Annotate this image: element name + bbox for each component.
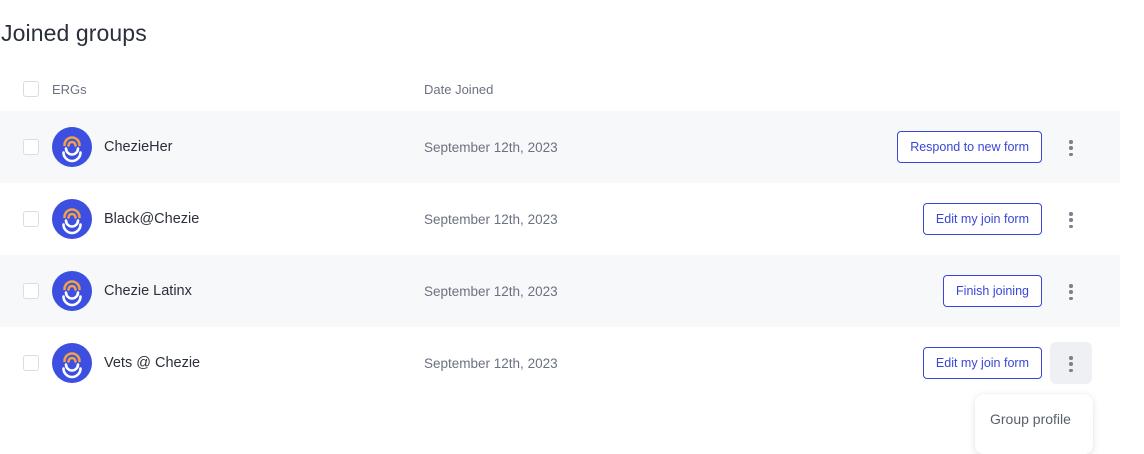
more-options-button[interactable] (1050, 198, 1092, 240)
chezie-logo-icon (52, 199, 92, 239)
row-options-menu: Group profile (975, 394, 1093, 454)
row-checkbox[interactable] (23, 283, 39, 299)
more-vertical-icon (1069, 284, 1073, 301)
group-name[interactable]: Chezie Latinx (104, 283, 192, 299)
chezie-logo-icon (52, 343, 92, 383)
table-row: Chezie Latinx September 12th, 2023 Finis… (0, 255, 1120, 327)
more-options-button[interactable] (1050, 342, 1092, 384)
column-header-ergs: ERGs (52, 82, 87, 97)
table-row: ChezieHer September 12th, 2023 Respond t… (0, 111, 1120, 183)
table-header: ERGs Date Joined (0, 67, 1120, 111)
date-joined: September 12th, 2023 (424, 140, 558, 155)
edit-my-join-form-button[interactable]: Edit my join form (922, 347, 1042, 379)
groups-table: ERGs Date Joined ChezieHer September 12t… (0, 67, 1120, 399)
more-vertical-icon (1069, 356, 1073, 373)
date-joined: September 12th, 2023 (424, 212, 558, 227)
table-row: Black@Chezie September 12th, 2023 Edit m… (0, 183, 1120, 255)
finish-joining-button[interactable]: Finish joining (943, 275, 1042, 307)
respond-to-new-form-button[interactable]: Respond to new form (897, 131, 1042, 163)
table-row: Vets @ Chezie September 12th, 2023 Edit … (0, 327, 1120, 399)
chezie-logo-icon (52, 271, 92, 311)
group-name[interactable]: Vets @ Chezie (104, 355, 200, 371)
row-checkbox[interactable] (23, 355, 39, 371)
more-vertical-icon (1069, 140, 1073, 157)
edit-my-join-form-button[interactable]: Edit my join form (922, 203, 1042, 235)
row-checkbox[interactable] (23, 211, 39, 227)
page-title: Joined groups (1, 20, 147, 46)
more-vertical-icon (1069, 212, 1073, 229)
chezie-logo-icon (52, 127, 92, 167)
row-checkbox[interactable] (23, 139, 39, 155)
more-options-button[interactable] (1050, 126, 1092, 168)
column-header-date-joined: Date Joined (424, 82, 494, 97)
group-name[interactable]: ChezieHer (104, 139, 173, 155)
more-options-button[interactable] (1050, 270, 1092, 312)
menu-item-group-profile[interactable]: Group profile (990, 411, 1071, 427)
group-name[interactable]: Black@Chezie (104, 211, 199, 227)
date-joined: September 12th, 2023 (424, 356, 558, 371)
select-all-checkbox[interactable] (23, 81, 39, 97)
date-joined: September 12th, 2023 (424, 284, 558, 299)
